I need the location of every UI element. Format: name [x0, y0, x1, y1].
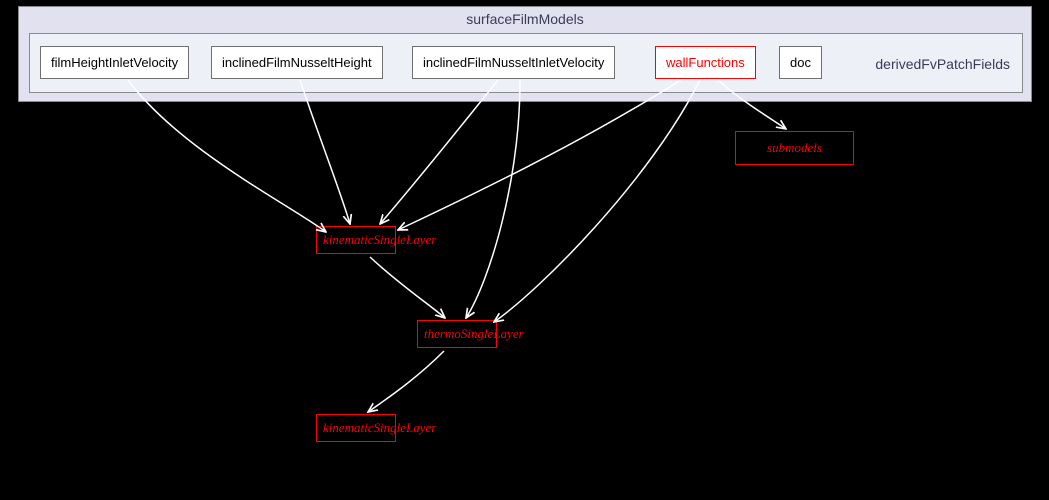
node-label: filmHeightInletVelocity: [51, 55, 178, 70]
node-label: doc: [790, 55, 811, 70]
node-film-height-inlet-velocity[interactable]: filmHeightInletVelocity: [40, 46, 189, 79]
node-label: kinematicSingleLayer: [323, 232, 436, 247]
node-inclined-nusselt-height[interactable]: inclinedFilmNusseltHeight: [211, 46, 383, 79]
outer-title-text: surfaceFilmModels: [466, 11, 583, 27]
node-thermo-single-layer[interactable]: thermoSingleLayer: [417, 320, 497, 348]
node-inclined-nusselt-inlet-velocity[interactable]: inclinedFilmNusseltInletVelocity: [412, 46, 615, 79]
inner-title: derivedFvPatchFields: [875, 34, 1010, 94]
node-doc[interactable]: doc: [779, 46, 822, 79]
node-label: submodels: [767, 140, 822, 155]
node-label: wallFunctions: [666, 55, 745, 70]
node-label: inclinedFilmNusseltHeight: [222, 55, 372, 70]
node-kinematic-single-layer-top[interactable]: kinematicSingleLayer: [316, 226, 396, 254]
node-label: thermoSingleLayer: [424, 326, 524, 341]
outer-title[interactable]: surfaceFilmModels: [19, 11, 1031, 27]
inner-title-text: derivedFvPatchFields: [875, 56, 1010, 72]
node-wall-functions[interactable]: wallFunctions: [655, 46, 756, 79]
node-kinematic-single-layer-bottom[interactable]: kinematicSingleLayer: [316, 414, 396, 442]
node-submodels[interactable]: submodels: [735, 131, 854, 165]
node-label: kinematicSingleLayer: [323, 420, 436, 435]
node-label: inclinedFilmNusseltInletVelocity: [423, 55, 604, 70]
